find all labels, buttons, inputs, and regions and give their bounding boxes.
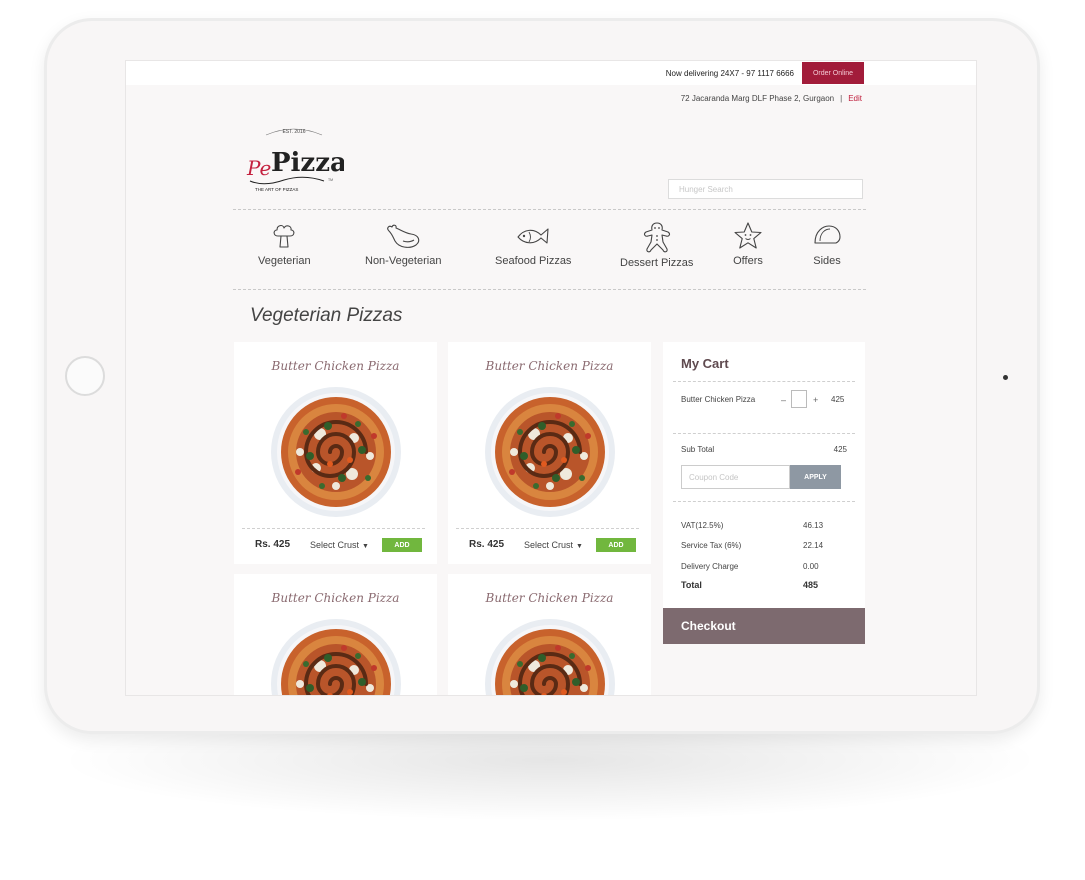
pizza-image[interactable] [270,386,402,518]
cart-divider [673,433,855,434]
pizza-image[interactable] [484,618,616,696]
delivery-address: 72 Jacaranda Marg DLF Phase 2, Gurgaon | E… [681,94,862,103]
product-price: Rs. 425 [469,539,505,550]
category-label: Seafood Pizzas [495,255,572,267]
logo-tagline: THE ART OF PIZZAS [255,187,298,192]
apply-coupon-button[interactable]: APPLY [790,465,841,489]
top-bar: Now delivering 24X7 - 97 1117 6666 Order… [126,61,976,85]
category-label: Vegeterian [258,255,311,267]
cart-divider [673,381,855,382]
crust-label: Select Crust [310,540,360,550]
category-non-vegeterian[interactable]: Non-Vegeterian [365,221,441,267]
chicken-leg-icon [387,224,420,248]
product-name: Butter Chicken Pizza [271,359,400,373]
caret-down-icon: ▼ [576,543,583,550]
broccoli-icon [273,225,295,248]
cart-title: My Cart [681,356,729,371]
card-divider [242,528,425,529]
product-card: Butter Chicken Pizza Rs. 425 Select Crus… [234,342,437,564]
product-price: Rs. 425 [255,539,291,550]
category-seafood-pizzas[interactable]: Seafood Pizzas [495,221,571,267]
order-online-button[interactable]: Order Online [802,62,864,84]
product-name: Butter Chicken Pizza [485,591,614,605]
delivery-info: Now delivering 24X7 - 97 1117 6666 [665,69,794,78]
delivery-charge-label: Delivery Charge [681,562,739,571]
header-divider [233,209,866,210]
checkout-button[interactable]: Checkout [663,608,865,644]
pizza-image[interactable] [484,386,616,518]
star-icon [734,222,762,249]
category-label: Sides [813,255,841,267]
product-name: Butter Chicken Pizza [485,359,614,373]
quantity-field[interactable] [791,390,807,408]
product-name: Butter Chicken Pizza [271,591,400,605]
logo-brand-prefix: Pe [246,156,271,180]
decrease-quantity-button[interactable]: – [781,395,786,405]
category-label: Non-Vegeterian [365,255,442,267]
subtotal-value: 425 [833,445,847,454]
camera-dot [1003,375,1008,380]
category-label: Offers [733,255,763,267]
cart-divider [673,501,855,502]
category-divider [233,289,866,290]
add-to-cart-button[interactable]: ADD [382,538,422,552]
fish-icon [517,228,549,244]
select-crust-dropdown[interactable]: Select Crust ▼ [524,540,583,550]
vat-value: 46.13 [803,521,824,530]
logo-tm: TM [328,178,333,182]
cart-panel: My Cart Butter Chicken Pizza – + 425 Sub… [663,342,865,644]
increase-quantity-button[interactable]: + [813,395,818,405]
cart-item-name: Butter Chicken Pizza [681,395,756,404]
logo-brand-main: Pizza [271,148,344,178]
address-separator: | [840,94,843,103]
app-screen: Now delivering 24X7 - 97 1117 6666 Order… [125,60,977,696]
address-text: 72 Jacaranda Marg DLF Phase 2, Gurgaon [680,94,835,103]
cart-item-price: 425 [831,395,845,404]
pizza-image[interactable] [270,618,402,696]
coupon-code-input[interactable] [681,465,790,489]
category-label: Dessert Pizzas [620,257,694,269]
category-dessert-pizzas[interactable]: Dessert Pizzas [620,221,693,269]
pepizza-logo[interactable]: EST. 2016 Pe Pizza THE ART OF PIZZAS TM [244,123,344,197]
vat-label: VAT(12.5%) [681,521,724,530]
product-card: Butter Chicken Pizza [448,574,651,696]
delivery-charge-value: 0.00 [803,562,819,571]
select-crust-dropdown[interactable]: Select Crust ▼ [310,540,369,550]
search-input[interactable] [668,179,863,199]
product-card: Butter Chicken Pizza [234,574,437,696]
category-vegeterian[interactable]: Vegeterian [258,221,311,267]
gingerbread-icon [643,222,670,253]
card-divider [456,528,639,529]
caret-down-icon: ▼ [362,543,369,550]
subtotal-label: Sub Total [681,445,715,454]
crust-label: Select Crust [524,540,574,550]
service-tax-label: Service Tax (6%) [681,541,742,550]
total-label: Total [681,580,702,590]
logo-est: EST. 2016 [282,129,305,135]
home-button[interactable] [65,356,105,396]
taco-icon [814,225,841,244]
service-tax-value: 22.14 [803,541,824,550]
category-offers[interactable]: Offers [733,221,763,267]
category-sides[interactable]: Sides [812,221,842,267]
total-value: 485 [803,580,819,590]
add-to-cart-button[interactable]: ADD [596,538,636,552]
product-card: Butter Chicken Pizza Rs. 425 Select Crus… [448,342,651,564]
edit-address-link[interactable]: Edit [848,94,862,103]
section-title: Vegeterian Pizzas [250,305,403,326]
